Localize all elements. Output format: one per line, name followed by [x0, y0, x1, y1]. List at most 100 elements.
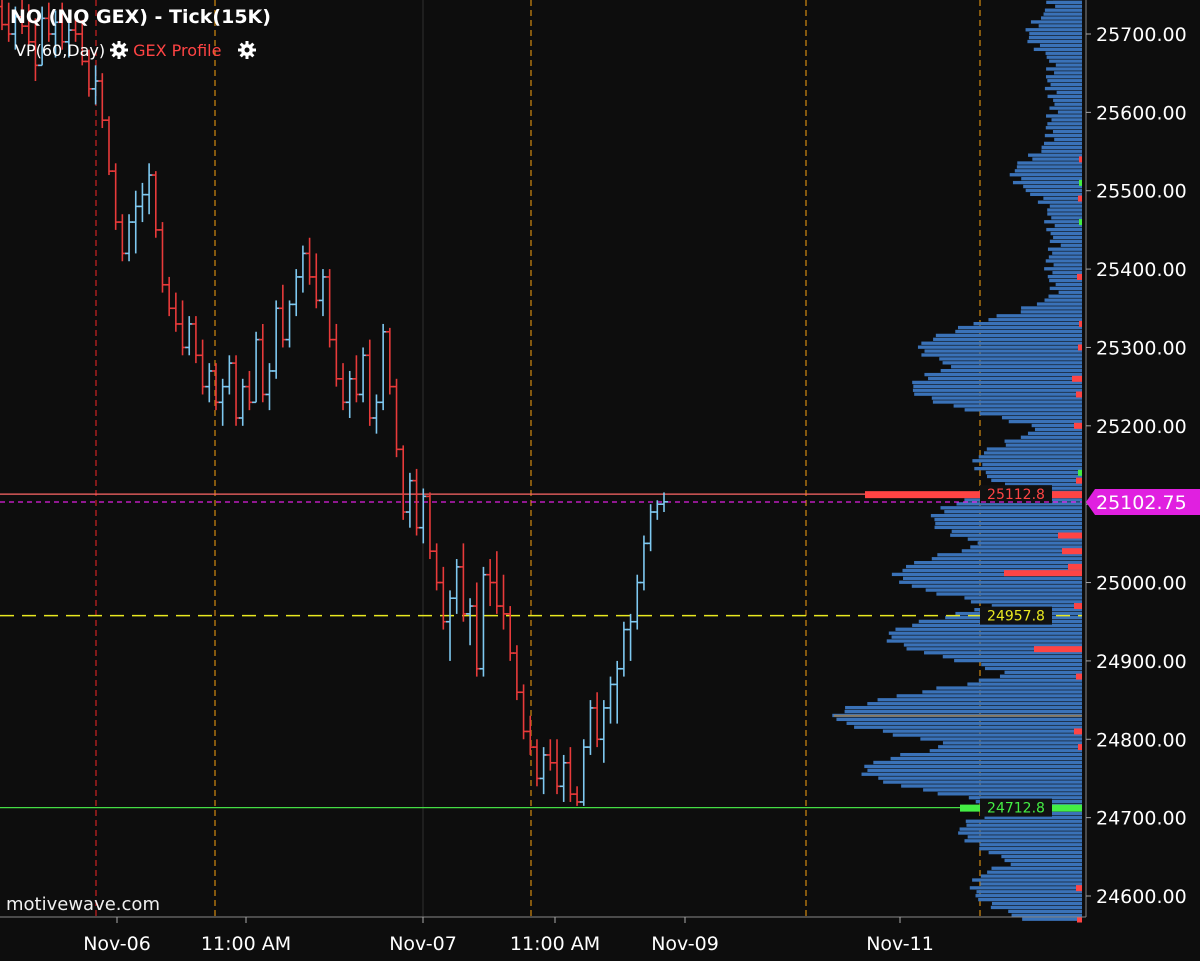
gear-icon[interactable] — [237, 40, 257, 60]
price-tick-label: 25600.00 — [1096, 102, 1187, 124]
volume-profile-bar — [921, 341, 1082, 345]
volume-profile-bar — [1049, 59, 1082, 63]
volume-profile-bar — [930, 513, 1082, 518]
volume-profile-bar — [891, 635, 1082, 639]
volume-profile-bar — [1054, 224, 1082, 228]
volume-profile-bar — [928, 376, 1082, 381]
volume-profile-bar — [953, 404, 1082, 408]
volume-profile-bar — [1048, 255, 1082, 259]
watermark: motivewave.com — [6, 894, 160, 915]
gex-bar-positive — [1079, 179, 1082, 186]
volume-profile-bar — [933, 337, 1082, 341]
volume-profile-bar — [890, 756, 1082, 761]
volume-profile-bar — [900, 752, 1082, 757]
volume-profile-bar — [1046, 55, 1082, 59]
volume-profile-bar — [1041, 16, 1082, 20]
gex-bar-positive — [1079, 219, 1082, 226]
volume-profile-bar — [937, 792, 1082, 796]
volume-profile-bar — [1045, 51, 1082, 55]
volume-profile-bar — [983, 451, 1082, 455]
volume-profile-bar — [955, 329, 1082, 334]
volume-profile-bar — [959, 827, 1082, 831]
put-wall-label: 24712.8 — [987, 801, 1045, 817]
volume-profile-bar — [967, 835, 1082, 839]
volume-profile-bar — [1027, 39, 1082, 44]
volume-profile-bar — [1045, 75, 1082, 79]
volume-profile-bar — [1047, 274, 1082, 279]
study-gex-label[interactable]: GEX Profile — [133, 41, 221, 60]
volume-profile-bar — [1046, 0, 1082, 5]
volume-profile-bar — [982, 463, 1082, 467]
volume-profile-bar — [936, 686, 1082, 690]
volume-profile-bar — [966, 823, 1082, 827]
volume-profile-bar — [970, 600, 1082, 604]
study-vp-label[interactable]: VP(60,Day) — [15, 41, 105, 60]
volume-profile-bar — [883, 780, 1082, 784]
volume-profile-bar — [882, 729, 1082, 733]
volume-profile-bar — [1052, 251, 1082, 255]
volume-profile-bar — [1020, 435, 1082, 439]
gear-icon[interactable] — [109, 40, 129, 60]
volume-profile-bar — [935, 333, 1082, 338]
volume-profile-bar — [1046, 114, 1082, 118]
volume-profile-bar — [1028, 35, 1082, 40]
volume-profile-bar — [867, 702, 1082, 706]
volume-profile-bar — [934, 525, 1082, 530]
volume-profile-bar — [980, 882, 1082, 886]
volume-profile-bar — [1021, 177, 1082, 181]
volume-profile-bar — [903, 576, 1082, 580]
gex-bar — [1078, 344, 1082, 351]
volume-profile-bar — [1049, 106, 1082, 110]
price-tick-label: 24900.00 — [1096, 651, 1187, 673]
volume-profile-bar — [1041, 149, 1082, 153]
chart-title[interactable]: NQ (NQ GEX) - Tick(15K) — [10, 6, 271, 28]
volume-profile-bar — [976, 890, 1082, 894]
volume-profile-bar — [1055, 63, 1082, 67]
volume-profile-bar — [1051, 216, 1082, 220]
volume-profile-bar — [867, 768, 1082, 772]
volume-profile-bar — [912, 380, 1082, 385]
volume-profile-bar — [1008, 909, 1082, 914]
volume-profile-bar — [903, 643, 1082, 647]
volume-profile-bar — [1039, 43, 1082, 48]
volume-profile-bar — [864, 764, 1082, 769]
volume-profile-bar — [892, 733, 1082, 737]
volume-profile-bar — [1037, 200, 1082, 204]
volume-profile-bar — [1047, 247, 1082, 251]
volume-profile-bar — [1054, 71, 1082, 75]
volume-profile-bar — [911, 584, 1082, 588]
volume-profile-bar — [1045, 259, 1082, 263]
volume-profile-bar — [1032, 157, 1082, 161]
price-chart[interactable]: 25112.8 24957.8 24712.8 24600.00 24700.00 24… — [0, 0, 1200, 961]
volume-profile-bar — [836, 717, 1082, 722]
volume-profile-bar — [854, 725, 1082, 729]
volume-profile-bar — [1049, 239, 1082, 244]
volume-profile-bar — [877, 698, 1082, 702]
volume-profile-bar — [1053, 263, 1082, 267]
volume-profile-bar — [899, 580, 1082, 584]
volume-profile-bar — [1044, 133, 1082, 138]
volume-profile-bar — [988, 318, 1082, 322]
volume-profile-bar — [1058, 290, 1082, 294]
gex-bar — [1079, 156, 1082, 163]
volume-profile-bar — [1001, 416, 1082, 420]
volume-profile-bar — [985, 470, 1082, 475]
volume-profile-bar — [936, 592, 1082, 596]
volume-profile-bar — [861, 772, 1082, 776]
volume-profile-bar — [1044, 86, 1082, 91]
volume-profile-bar — [1038, 24, 1082, 28]
volume-profile-bar — [974, 466, 1082, 471]
volume-profile-bar — [914, 560, 1082, 565]
volume-profile-bar — [922, 690, 1082, 694]
gex-bar — [1072, 375, 1082, 382]
volume-profile-bar — [951, 365, 1082, 369]
volume-profile-bar — [1025, 28, 1082, 32]
volume-profile-bar — [1043, 196, 1082, 200]
volume-profile-bar — [958, 831, 1082, 835]
volume-profile-bar — [1014, 169, 1082, 173]
volume-profile-bar — [1004, 670, 1082, 675]
volume-profile-bar — [1060, 243, 1082, 247]
volume-profile-bar — [996, 314, 1082, 318]
volume-profile-bar — [951, 529, 1082, 533]
price-tick-label: 25500.00 — [1096, 181, 1187, 203]
